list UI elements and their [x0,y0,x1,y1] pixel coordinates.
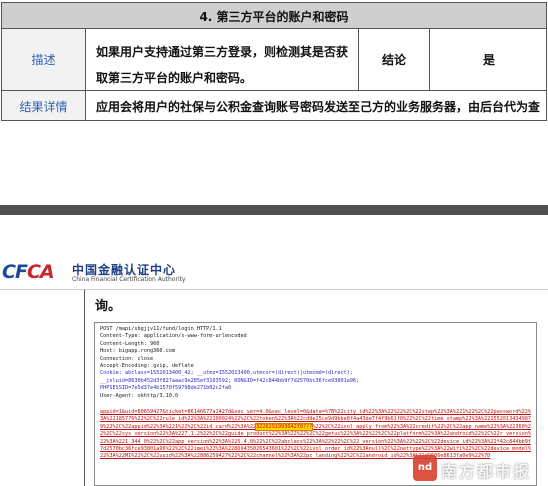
conclusion-value: 是 [482,53,495,67]
user-agent-header: User-Agent: okhttp/3.10.0 [100,392,179,399]
logo-mark-part-a: CF [2,261,28,283]
description-label-cell: 描述 [2,29,86,90]
result-detail-row: 结果详情 应用会将用户的社保与公积金查询账号密码发送至己方的业务服务器，由后台代… [1,91,547,121]
host-header: Host: bigapp.rong360.com [100,348,175,355]
cfca-logo: CFCA 中国金融认证中心 China Financial Certificat… [2,261,202,289]
connection-header: Connection: close [100,355,154,362]
cookie-header-line-1: Cookie: abclass=1552013400_42; __utmz=15… [100,370,353,377]
section-header: 4. 第三方平台的账户和密码 [1,2,547,29]
request-line: POST /mapi/sbgjjv11/fund/login HTTP/1.1 [100,326,222,332]
detail-label: 结果详情 [19,100,68,114]
section-title: 4. 第三方平台的账户和密码 [199,10,349,24]
description-text: 如果用户支持通过第三方登录，则检测其是否获取第三方平台的账户和密码。 [96,45,349,85]
description-label: 描述 [31,53,56,67]
description-row: 描述 如果用户支持通过第三方登录，则检测其是否获取第三方平台的账户和密码。 结论… [1,29,547,91]
cfca-logo-mark: CFCA [2,261,55,283]
request-body-params: appid=1&uid=80659427&ticket=86146677a142… [100,409,532,461]
watermark-text: 南方都市报 [441,462,532,481]
continued-cell: 询。 [84,290,548,318]
conclusion-label: 结论 [381,53,406,67]
watermark: nd 南方都市报 [413,455,548,483]
cookie-header-line-2: __jsluid=8630b452d3f827aaac9e285ef310359… [100,377,360,384]
content-type-header: Content-Type: application/x-www-form-url… [100,333,247,340]
detail-label-cell: 结果详情 [2,91,86,120]
accept-encoding-header: Accept-Encoding: gzip, deflate [100,363,194,370]
content-length-header: Content-Length: 960 [100,340,160,347]
detail-text: 应用会将用户的社保与公积金查询账号密码发送至己方的业务服务器，由后台代为查 [96,100,541,114]
conclusion-value-cell: 是 [430,29,548,90]
table-left-border [84,318,85,486]
page-separator [0,205,548,215]
conclusion-label-cell: 结论 [358,29,430,90]
http-headers: POST /mapi/sbgjjv11/fund/login HTTP/1.1 C… [100,326,359,400]
continued-text: 询。 [95,299,122,314]
cookie-header-line-3: PHPSESSID=7e5d37e4b1570f59798de271b02c2f… [100,385,232,392]
logo-mark-part-b: CA [26,261,55,283]
logo-english-name: China Financial Certification Authority [72,276,186,283]
highlighted-id-card: 322629199304270??? [255,422,314,431]
watermark-badge-icon: nd [413,455,437,481]
